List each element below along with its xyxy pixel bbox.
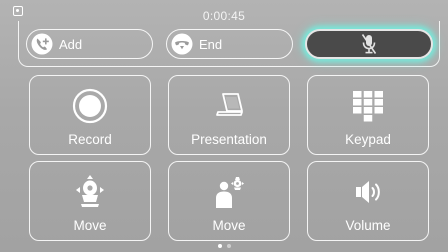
keypad-grid-icon xyxy=(353,91,383,122)
presentation-tile[interactable]: Presentation xyxy=(168,75,290,155)
page-indicator xyxy=(0,244,448,248)
status-bar: 0:00:45 xyxy=(0,0,448,23)
volume-label: Volume xyxy=(345,218,391,233)
volume-tile[interactable]: Volume xyxy=(307,161,429,241)
presenter-move-icon xyxy=(216,177,244,208)
record-tile[interactable]: Record xyxy=(29,75,151,155)
page-dot-1[interactable] xyxy=(217,244,222,248)
end-call-button[interactable]: End xyxy=(166,29,293,59)
move-presenter-tile[interactable]: Move xyxy=(168,161,290,241)
keypad-label: Keypad xyxy=(345,132,391,147)
add-call-handset-icon xyxy=(31,33,53,55)
mute-microphone-button[interactable] xyxy=(305,29,433,59)
record-label: Record xyxy=(68,132,112,147)
move-camera-label: Move xyxy=(73,218,107,233)
hang-up-handset-icon xyxy=(171,33,193,55)
microphone-muted-icon xyxy=(361,34,377,54)
add-call-label: Add xyxy=(59,36,83,52)
touch-panel-screen: 0:00:45 Add End Record Presentation Keyp… xyxy=(0,0,448,252)
presentation-label: Presentation xyxy=(191,132,267,147)
end-call-label: End xyxy=(199,36,223,52)
laptop-icon xyxy=(216,93,243,116)
move-presenter-label: Move xyxy=(212,218,246,233)
page-dot-2[interactable] xyxy=(226,244,231,248)
speaker-volume-icon xyxy=(356,181,380,203)
keypad-tile[interactable]: Keypad xyxy=(307,75,429,155)
move-camera-tile[interactable]: Move xyxy=(29,161,151,241)
camera-move-icon xyxy=(76,175,104,207)
record-icon xyxy=(72,88,108,124)
add-call-button[interactable]: Add xyxy=(26,29,153,59)
